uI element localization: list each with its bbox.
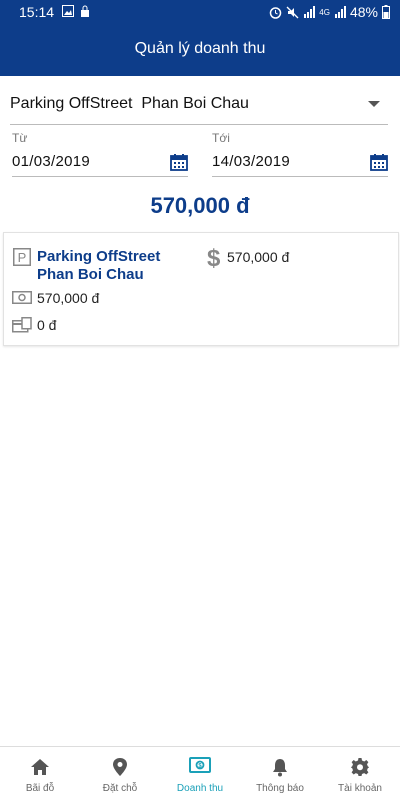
cash-icon [12, 291, 32, 304]
network-type: 4G [319, 7, 330, 17]
nav-label: Thông báo [256, 783, 304, 794]
bell-icon [273, 759, 287, 777]
signal-icon [304, 6, 316, 18]
nav-item-revenue[interactable]: $ Doanh thu [160, 747, 240, 801]
parking-lot-select-value: Parking OffStreet Phan Boi Chau [10, 95, 249, 112]
alarm-icon [270, 6, 282, 19]
mute-icon [286, 6, 299, 18]
lock-icon [81, 5, 89, 17]
nav-label: Bãi đỗ [25, 783, 55, 794]
parking-revenue-card[interactable]: P Parking OffStreet Phan Boi Chau $ 570,… [3, 232, 399, 346]
nav-item-account[interactable]: Tài khoản [320, 747, 400, 801]
battery-icon [382, 5, 390, 19]
nav-item-booking[interactable]: Đặt chỗ [80, 747, 160, 801]
gear-icon [351, 758, 369, 776]
location-pin-icon [113, 758, 127, 776]
nav-label: Tài khoản [338, 783, 382, 794]
nav-item-parking-lots[interactable]: Bãi đỗ [0, 747, 80, 801]
dollar-icon: $ [207, 245, 221, 272]
image-icon [62, 5, 74, 17]
app-header: 15:14 4G 48% Quản lý doanh thu [0, 0, 400, 76]
signal-icon [334, 6, 346, 18]
cash-amount: 570,000 đ [37, 290, 100, 306]
calendar-icon[interactable] [170, 153, 188, 171]
from-date-value[interactable]: 01/03/2019 [12, 153, 90, 170]
page-title: Quản lý doanh thu [134, 40, 266, 57]
bottom-nav: Bãi đỗ Đặt chỗ $ Doanh thu Thông báo Tài… [0, 746, 400, 801]
calendar-icon[interactable] [370, 153, 388, 171]
card-payment-icon [12, 317, 32, 333]
money-icon: $ [189, 757, 211, 773]
nav-item-notifications[interactable]: Thông báo [240, 747, 320, 801]
card-amount: 0 đ [37, 317, 57, 333]
svg-text:P: P [18, 250, 27, 265]
to-date-value[interactable]: 14/03/2019 [212, 153, 290, 170]
battery-level: 48% [349, 4, 378, 20]
from-date-label: Từ [12, 131, 28, 145]
parking-lot-select[interactable]: Parking OffStreet Phan Boi Chau [10, 92, 388, 125]
status-time: 15:14 [19, 4, 55, 20]
to-date-field[interactable]: 14/03/2019 [212, 150, 388, 177]
total-revenue: 570,000 đ [150, 193, 250, 218]
lot-name: Parking OffStreet Phan Boi Chau [37, 248, 161, 283]
chevron-down-icon[interactable] [368, 101, 380, 107]
home-icon [31, 759, 49, 775]
parking-icon: P [13, 248, 31, 266]
to-date-label: Tới [212, 131, 230, 145]
status-bar: 15:14 4G 48% [0, 0, 400, 24]
nav-label: Đặt chỗ [102, 783, 138, 794]
nav-label: Doanh thu [176, 783, 224, 794]
from-date-field[interactable]: 01/03/2019 [12, 150, 188, 177]
lot-total-amount: 570,000 đ [227, 249, 290, 265]
